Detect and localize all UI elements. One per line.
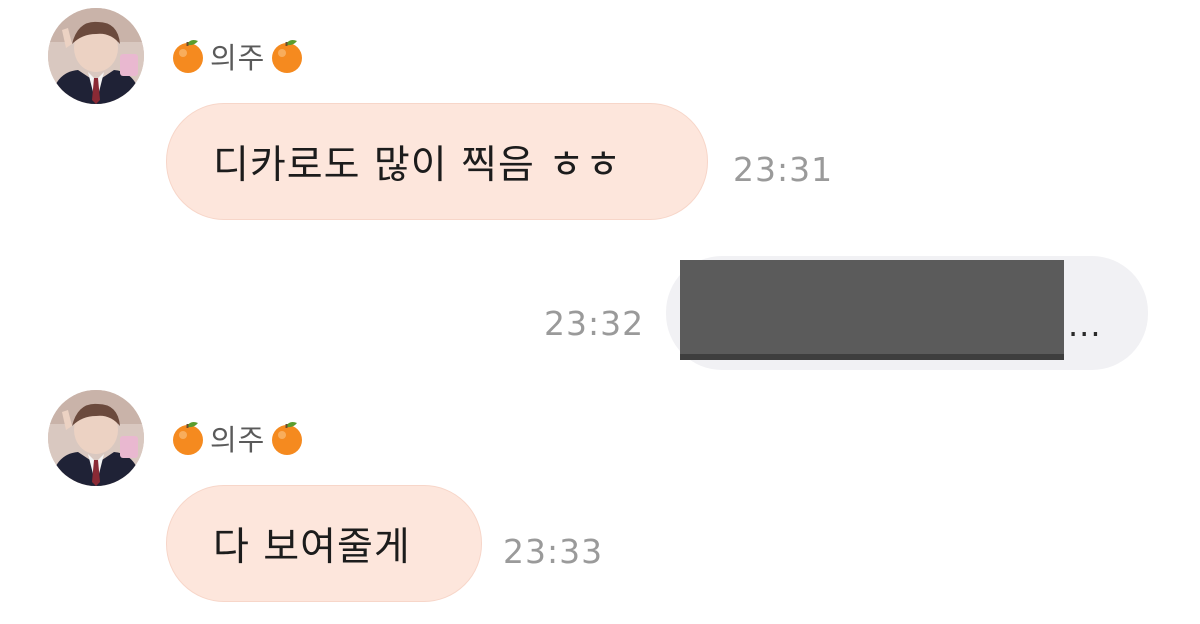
sender-name: 의주 [210, 41, 266, 75]
message-bubble[interactable]: 디카로도 많이 찍음 ㅎㅎ [166, 103, 708, 220]
tangerine-icon [173, 40, 203, 73]
sender-header: 의주 [170, 418, 305, 458]
message-time: 23:33 [503, 532, 604, 571]
tangerine-icon [272, 422, 303, 455]
message-time: 23:32 [544, 304, 645, 343]
redacted-content [680, 260, 1064, 360]
message-text: 다 보여줄게 [213, 524, 411, 570]
tangerine-icon [173, 422, 203, 455]
profile-photo-icon [48, 390, 144, 486]
sender-avatar[interactable] [48, 8, 144, 104]
sender-avatar[interactable] [48, 390, 144, 486]
tangerine-icon [272, 40, 303, 73]
message-text: 디카로도 많이 찍음 ㅎㅎ [213, 142, 622, 188]
sender-name: 의주 [210, 423, 266, 457]
more-indicator[interactable]: ... [1068, 306, 1102, 344]
message-bubble[interactable]: 다 보여줄게 [166, 485, 482, 602]
sender-header: 의주 [170, 36, 305, 76]
profile-photo-icon [48, 8, 144, 104]
message-time: 23:31 [733, 150, 834, 189]
